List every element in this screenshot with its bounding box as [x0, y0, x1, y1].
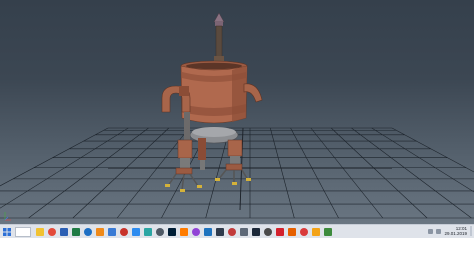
system-tray: 12:01 29.01.2019	[428, 226, 472, 236]
grid-line	[28, 127, 149, 219]
right-leg-upper	[227, 139, 243, 157]
video-icon[interactable]	[215, 227, 225, 237]
file-explorer-icon-glyph	[36, 227, 44, 236]
grid-line	[0, 127, 129, 209]
app-icon-20[interactable]	[263, 227, 273, 237]
grid-line	[269, 127, 295, 219]
clock[interactable]: 12:01 29.01.2019	[444, 226, 467, 236]
ps-icon-glyph	[168, 227, 176, 236]
search-field[interactable]	[15, 226, 31, 237]
file-explorer-icon[interactable]	[35, 227, 45, 237]
show-desktop-button[interactable]	[470, 226, 472, 236]
vlc-icon-glyph	[96, 227, 104, 236]
ps-icon[interactable]	[167, 227, 177, 237]
app-icon-23[interactable]	[299, 227, 309, 237]
maya-icon-glyph	[144, 227, 152, 236]
grid-line	[351, 127, 472, 219]
vlc-icon[interactable]	[95, 227, 105, 237]
grid-line	[330, 127, 428, 219]
media-icon-glyph	[192, 227, 200, 236]
app-icon-24[interactable]	[311, 227, 321, 237]
network-icon[interactable]	[428, 228, 434, 234]
word-icon-glyph	[60, 227, 68, 236]
mail-icon-glyph	[204, 227, 212, 236]
excel-icon[interactable]	[71, 227, 81, 237]
ai-icon-glyph	[180, 227, 188, 236]
store-icon-glyph	[156, 227, 164, 236]
app-icon-23-glyph	[300, 227, 308, 236]
chimney-collar	[215, 22, 223, 26]
grid-line	[0, 127, 109, 187]
app-icon-20-glyph	[264, 227, 272, 236]
app-icon-24-glyph	[312, 227, 320, 236]
acrobat-icon-glyph	[120, 227, 128, 236]
windows-icon[interactable]	[1, 226, 13, 238]
acrobat-icon[interactable]	[119, 227, 129, 237]
settings-icon[interactable]	[239, 227, 249, 237]
grid-line	[310, 127, 384, 219]
chrome-icon[interactable]	[47, 227, 57, 237]
maya-icon[interactable]	[143, 227, 153, 237]
grid-line	[391, 127, 474, 173]
chat-icon[interactable]	[131, 227, 141, 237]
word-icon[interactable]	[59, 227, 69, 237]
photos-icon-glyph	[108, 227, 116, 236]
store-icon[interactable]	[155, 227, 165, 237]
mail-icon[interactable]	[203, 227, 213, 237]
chimney-spike	[213, 12, 225, 23]
pinned-apps	[35, 227, 333, 237]
windows-taskbar: 12:01 29.01.2019	[0, 224, 474, 238]
app-icon-25-glyph	[324, 227, 332, 236]
chrome-icon-glyph	[48, 227, 56, 236]
excel-icon-glyph	[72, 227, 80, 236]
outlook-icon-glyph	[84, 227, 92, 236]
firefox-icon-glyph	[288, 227, 296, 236]
grid-line	[371, 127, 474, 193]
app-icon-25[interactable]	[323, 227, 333, 237]
grid-line	[290, 127, 339, 219]
opera-icon-glyph	[276, 227, 284, 236]
outlook-icon[interactable]	[83, 227, 93, 237]
left-leg-upper	[177, 139, 193, 159]
steam-icon-glyph	[252, 227, 260, 236]
chimney-pipe	[215, 25, 223, 62]
media-icon[interactable]	[191, 227, 201, 237]
left-leg-rod	[184, 112, 190, 142]
steam-icon[interactable]	[251, 227, 261, 237]
chat-icon-glyph	[132, 227, 140, 236]
firefox-icon[interactable]	[287, 227, 297, 237]
settings-icon-glyph	[240, 227, 248, 236]
ai-icon[interactable]	[179, 227, 189, 237]
maya-viewport[interactable]	[0, 0, 474, 226]
clock-date: 29.01.2019	[444, 231, 467, 236]
video-icon-glyph	[216, 227, 224, 236]
game-icon[interactable]	[227, 227, 237, 237]
grid-line	[72, 127, 170, 219]
opera-icon[interactable]	[275, 227, 285, 237]
axis-gizmo	[4, 212, 11, 221]
game-icon-glyph	[228, 227, 236, 236]
perspective-grid	[0, 12, 474, 221]
robot-model[interactable]	[161, 12, 263, 192]
volume-icon[interactable]	[436, 228, 442, 234]
photos-icon[interactable]	[107, 227, 117, 237]
